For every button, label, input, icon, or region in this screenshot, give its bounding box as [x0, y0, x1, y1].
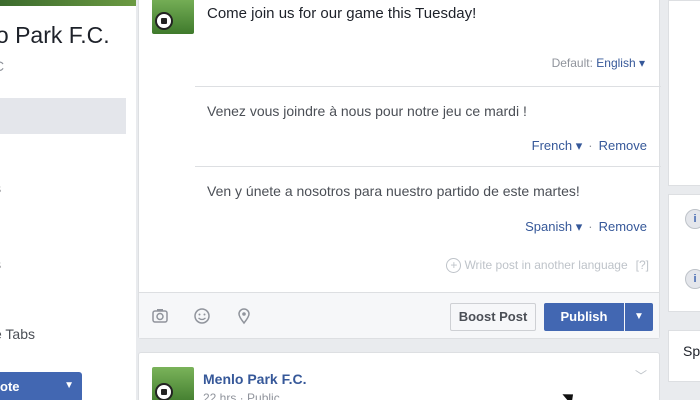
default-language-select[interactable]: English ▾ — [596, 56, 645, 70]
publish-options-button[interactable]: ▼ — [625, 303, 653, 331]
smiley-icon[interactable] — [193, 307, 211, 325]
feed-post: Menlo Park F.C. 22 hrs · Public ﹀ — [138, 352, 660, 400]
post-author-link[interactable]: Menlo Park F.C. — [203, 371, 306, 387]
caret-down-icon: ▼ — [634, 311, 644, 322]
caret-down-icon: ▼ — [64, 380, 74, 391]
help-link[interactable]: [?] — [636, 258, 649, 272]
translation-controls: Spanish ▾ · Remove — [525, 219, 647, 234]
sidebar-item[interactable]: s — [0, 180, 1, 196]
post-composer: Come join us for our game this Tuesday! … — [138, 0, 661, 339]
right-card-title: Sp — [683, 343, 700, 359]
promote-button[interactable]: ote ▼ — [0, 372, 82, 400]
info-icon[interactable]: i — [685, 209, 700, 229]
right-card-top — [668, 0, 700, 186]
publish-button[interactable]: Publish — [544, 303, 624, 331]
post-meta: 22 hrs · Public — [203, 391, 280, 400]
default-language-prefix: Default: — [551, 56, 593, 70]
default-language: Default: English ▾ — [552, 56, 645, 70]
sidebar-item-active[interactable] — [0, 98, 126, 134]
boost-post-button[interactable]: Boost Post — [450, 303, 536, 331]
location-pin-icon[interactable] — [235, 307, 253, 325]
page-handle: C — [0, 58, 4, 74]
sidebar-item[interactable]: s — [0, 256, 1, 272]
chevron-down-icon[interactable]: ﹀ — [635, 367, 647, 384]
language-select-french[interactable]: French ▾ — [532, 138, 583, 153]
info-icon[interactable]: i — [685, 269, 700, 289]
right-card-bottom: Sp — [668, 330, 700, 382]
remove-french-link[interactable]: Remove — [599, 138, 647, 153]
translation-controls: French ▾ · Remove — [531, 138, 647, 153]
write-another-label: Write post in another language — [464, 258, 628, 272]
translation-text-input[interactable]: Ven y únete a nosotros para nuestro part… — [207, 183, 580, 199]
camera-icon[interactable] — [151, 307, 169, 325]
language-select-spanish[interactable]: Spanish ▾ — [525, 219, 582, 234]
page-avatar — [152, 0, 194, 34]
write-another-language[interactable]: + Write post in another language [?] — [446, 258, 649, 273]
sidebar-item-manage-tabs[interactable]: e Tabs — [0, 326, 35, 342]
translation-french: Venez vous joindre à nous pour notre jeu… — [195, 86, 661, 166]
promote-label: ote — [0, 379, 20, 394]
composer-body: Come join us for our game this Tuesday! … — [139, 0, 661, 292]
plus-circle-icon: + — [446, 258, 462, 273]
left-sidebar: nlo Park F.C. C s s e Tabs ote ▼ — [0, 0, 136, 400]
remove-spanish-link[interactable]: Remove — [599, 219, 647, 234]
composer-footer: Boost Post Publish ▼ — [139, 292, 659, 338]
right-card-middle: i i — [668, 194, 700, 312]
page-title[interactable]: nlo Park F.C. — [0, 22, 110, 49]
soccer-ball-icon — [155, 12, 173, 30]
post-avatar[interactable] — [152, 367, 194, 400]
post-text-input[interactable]: Come join us for our game this Tuesday! — [207, 5, 476, 22]
soccer-ball-icon — [155, 383, 173, 400]
cover-photo-edge — [0, 0, 136, 6]
translation-spanish: Ven y únete a nosotros para nuestro part… — [195, 166, 661, 248]
translation-text-input[interactable]: Venez vous joindre à nous pour notre jeu… — [207, 103, 527, 119]
